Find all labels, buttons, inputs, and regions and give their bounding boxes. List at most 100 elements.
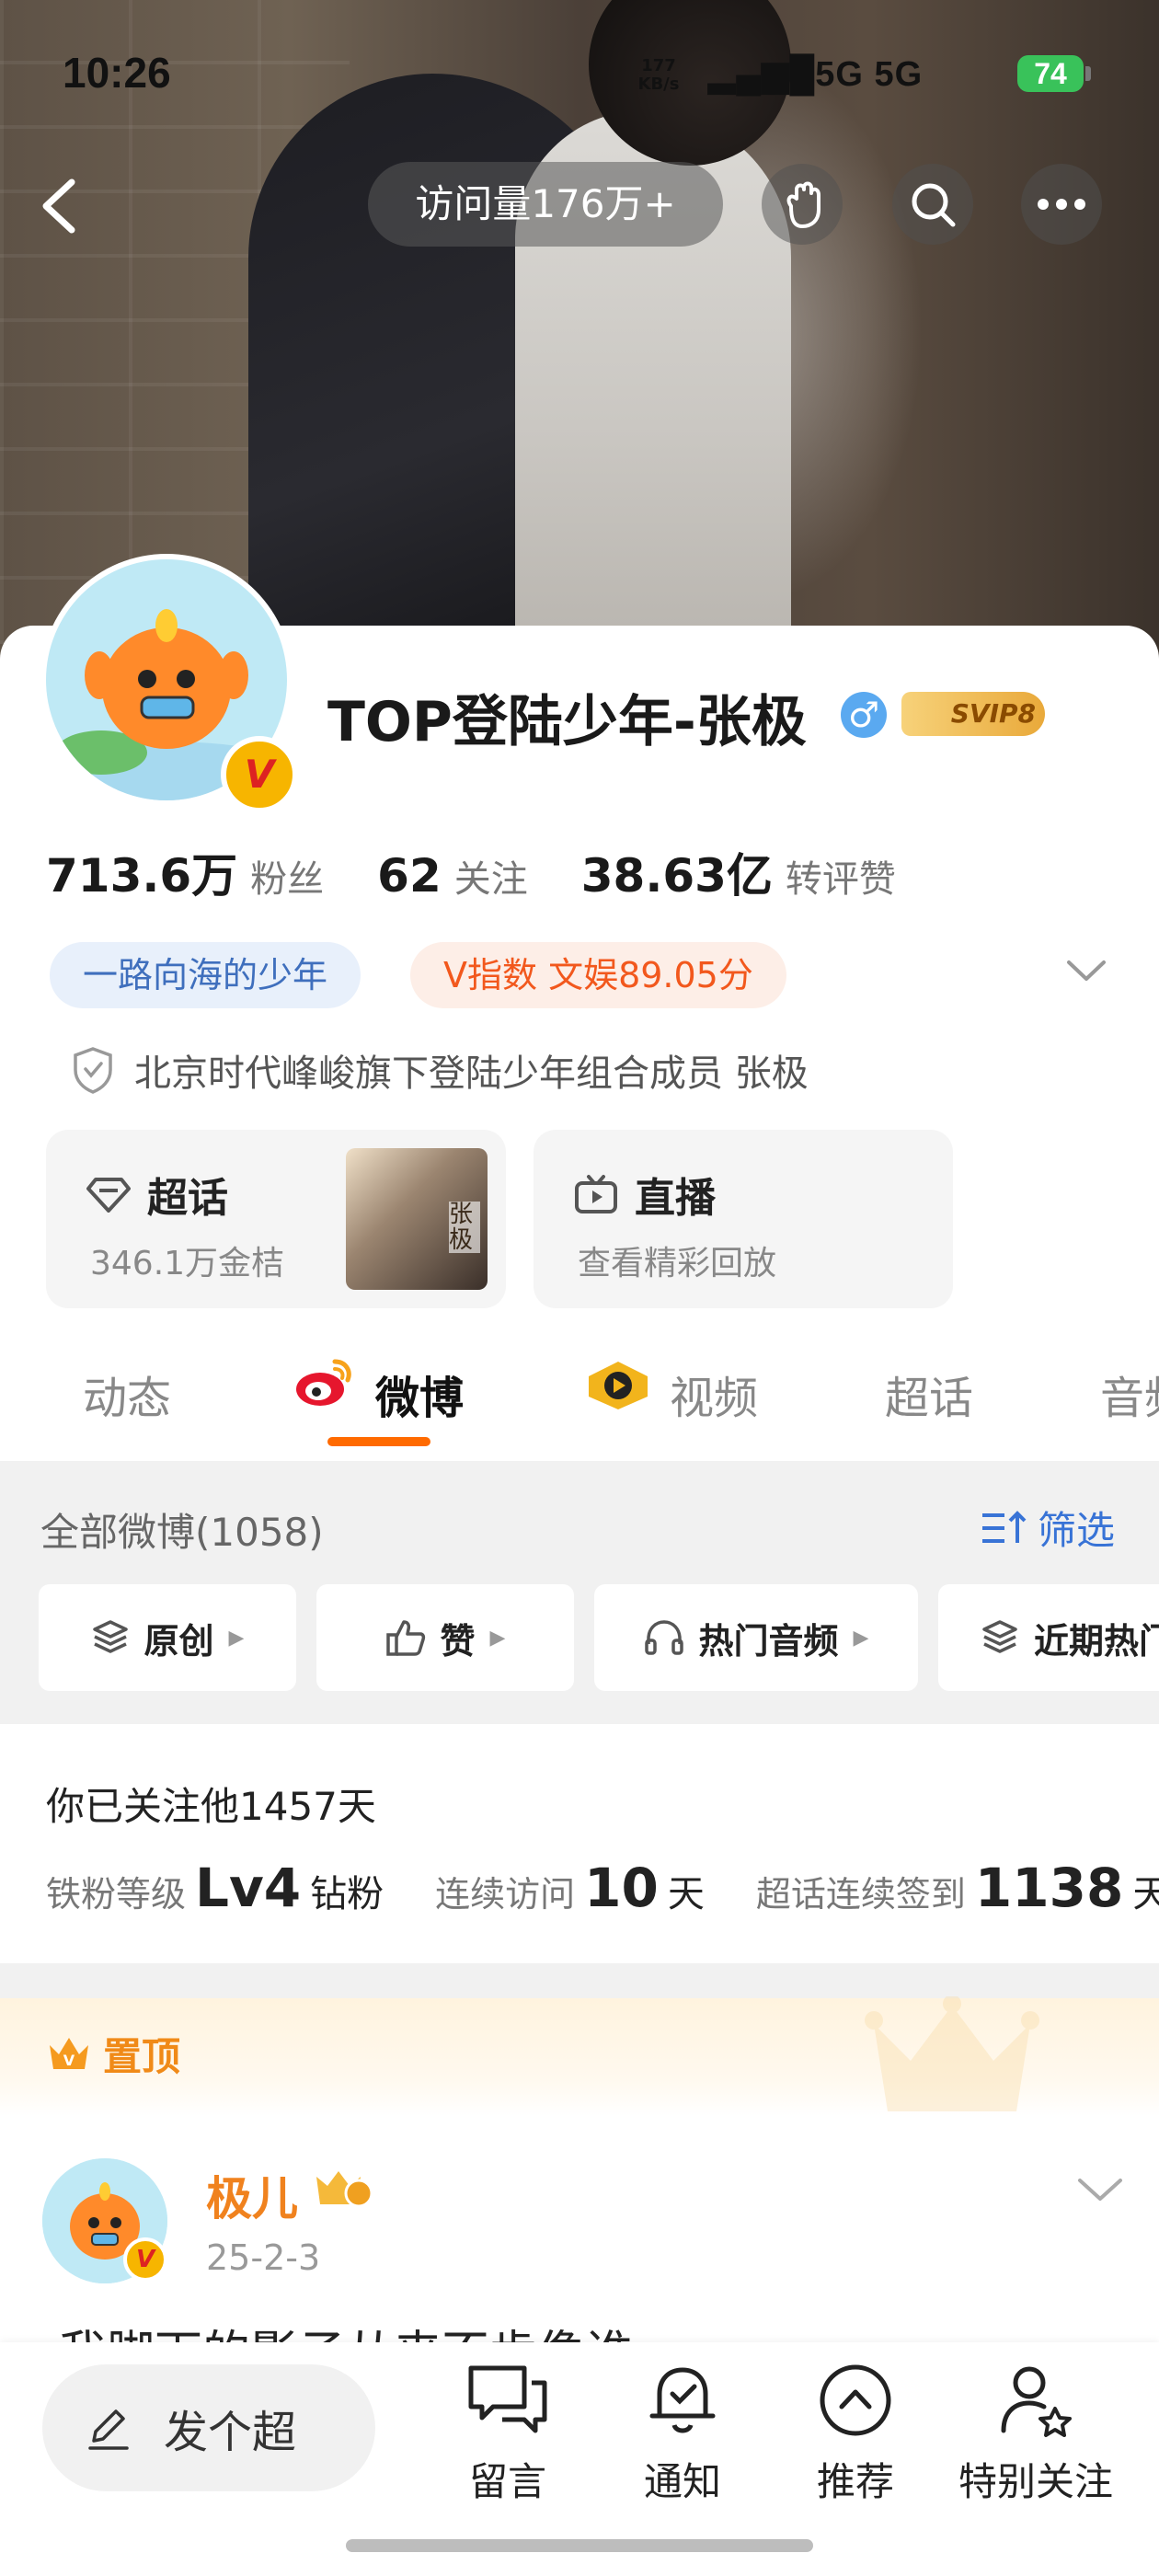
status-time: 10:26: [63, 49, 171, 97]
user-star-icon: [1001, 2366, 1072, 2437]
chevron-up-circle-icon: [820, 2364, 891, 2436]
chip-original-label: 原创: [143, 1620, 214, 1662]
member-badge-icon: [313, 2168, 373, 2215]
svip-badge[interactable]: SVIP8: [901, 692, 1045, 736]
chip-arrow-icon: ▶: [228, 1626, 245, 1650]
chip-hot-audio[interactable]: 热门音频 ▶: [594, 1584, 918, 1691]
home-indicator[interactable]: [346, 2539, 813, 2552]
supertopic-thumbnail[interactable]: 张极: [346, 1148, 488, 1290]
chip-original[interactable]: 原创 ▶: [39, 1584, 296, 1691]
supertopic-title-row: 超话: [86, 1165, 228, 1224]
weibo-logo-icon: [293, 1354, 355, 1413]
signature-tag[interactable]: 一路向海的少年: [50, 942, 361, 1008]
bell-check-icon: [649, 2367, 716, 2433]
bottom-comment-button[interactable]: 留言: [434, 2361, 581, 2507]
more-dots-icon: [1038, 199, 1085, 210]
bottom-special-follow-label: 特别关注: [958, 2459, 1113, 2504]
sort-filter-icon: [982, 1510, 1027, 1543]
visit-streak-label: 连续访问: [435, 1874, 576, 1915]
thumbs-up-icon: [385, 1620, 425, 1656]
checkin-streak-label: 超话连续签到: [755, 1874, 966, 1915]
verified-badge-icon: V: [221, 736, 298, 813]
reposts-likes-count: 38.63亿: [580, 849, 773, 903]
compose-label: 发个超: [164, 2407, 297, 2458]
message-bubbles-icon: [468, 2365, 547, 2433]
followers-label[interactable]: 粉丝: [250, 858, 324, 901]
tab-audio[interactable]: 音频: [1100, 1362, 1159, 1426]
interact-button[interactable]: [762, 164, 843, 245]
shield-check-icon: [74, 1047, 112, 1094]
expand-profile-button[interactable]: [1065, 957, 1107, 984]
hand-icon: [786, 181, 820, 228]
thumbnail-caption: 张极: [449, 1202, 480, 1253]
bottom-notify-label: 通知: [643, 2459, 721, 2504]
followers-count[interactable]: 713.6万: [46, 849, 237, 903]
chip-recent-hot-label: 近期热门: [1034, 1620, 1159, 1662]
crown-icon: V: [50, 2037, 88, 2069]
bottom-recommend-label: 推荐: [816, 2459, 894, 2504]
filter-button[interactable]: 筛选: [981, 1500, 1115, 1556]
headphones-icon: [644, 1620, 683, 1655]
chevron-down-icon: [1067, 960, 1106, 981]
network-type: 5G 5G: [815, 55, 924, 94]
following-count[interactable]: 62: [377, 849, 442, 903]
search-button[interactable]: [892, 164, 973, 245]
signal-icon: ▂▄▆█: [708, 55, 816, 94]
network-speed-value: 177: [641, 56, 676, 75]
post-date: 25-2-3: [206, 2237, 321, 2278]
fan-stats-row: 铁粉等级 Lv4 钻粉 连续访问 10 天超话连续签到 1138 天: [46, 1857, 1159, 1919]
battery-tip: [1085, 66, 1091, 81]
chip-recent-hot[interactable]: 近期热门: [938, 1584, 1159, 1691]
crown-decoration-icon: [865, 1995, 1039, 2116]
chevron-down-icon: [1078, 2179, 1122, 2201]
tab-feed[interactable]: 动态: [83, 1362, 171, 1426]
network-speed-unit: KB/s: [637, 75, 680, 94]
back-arrow-icon: [42, 178, 75, 234]
bottom-notify-button[interactable]: 通知: [609, 2361, 756, 2507]
tab-weibo[interactable]: 微博: [375, 1362, 464, 1426]
fan-level-value[interactable]: Lv4: [195, 1857, 301, 1919]
tab-video[interactable]: 视频: [670, 1362, 758, 1426]
visits-counter[interactable]: 访问量176万+: [368, 162, 723, 247]
checkin-streak-value: 1138: [974, 1857, 1124, 1919]
post-options-button[interactable]: [1076, 2175, 1124, 2204]
following-label[interactable]: 关注: [454, 858, 528, 901]
post-text[interactable]: 我脚下的影子从来不肯像谁: [59, 2315, 633, 2346]
reposts-likes-label: 转评赞: [785, 858, 896, 901]
more-button[interactable]: [1021, 164, 1102, 245]
live-subtitle: 查看精彩回放: [578, 1245, 777, 1282]
pinned-label: 置顶: [103, 2034, 181, 2079]
back-button[interactable]: [33, 173, 92, 239]
bottom-special-follow-button[interactable]: 特别关注: [944, 2361, 1128, 2507]
v-index-tag[interactable]: V指数 文娱89.05分: [410, 942, 786, 1008]
bottom-comment-label: 留言: [468, 2459, 546, 2504]
fan-level-label: 铁粉等级: [46, 1874, 187, 1915]
tab-supertopic[interactable]: 超话: [885, 1362, 973, 1426]
tv-live-icon: [575, 1175, 617, 1213]
compose-supertopic-button[interactable]: 发个超: [42, 2364, 375, 2491]
diamond-icon: [86, 1178, 131, 1213]
all-weibo-count: 全部微博(1058): [40, 1510, 324, 1555]
author-verified-badge-icon: V: [123, 2237, 167, 2282]
filter-label: 筛选: [1038, 1508, 1116, 1553]
live-title: 直播: [635, 1175, 716, 1222]
live-title-row: 直播: [574, 1165, 716, 1224]
pinned-label-row: V 置顶: [46, 2026, 180, 2082]
checkin-streak-unit: 天: [1132, 1873, 1159, 1915]
pencil-icon: [88, 2409, 129, 2450]
layers-icon: [92, 1620, 128, 1653]
layers-icon: [982, 1620, 1017, 1653]
supertopic-subtitle: 346.1万金桔: [90, 1245, 285, 1282]
section-divider: [0, 1963, 1159, 1998]
bottom-recommend-button[interactable]: 推荐: [782, 2361, 929, 2507]
signal-indicators: ▂▄▆█5G 5G: [708, 53, 923, 95]
network-speed: 177 KB/s: [631, 57, 686, 94]
chip-hot-audio-label: 热门音频: [698, 1620, 839, 1662]
svg-text:V: V: [63, 2052, 75, 2069]
fan-level-suffix: 钻粉: [310, 1873, 384, 1915]
profile-username: TOP登陆少年-张极: [327, 690, 807, 754]
verification-info: 北京时代峰峻旗下登陆少年组合成员 张极: [72, 1043, 809, 1097]
verification-text: 北京时代峰峻旗下登陆少年组合成员 张极: [134, 1052, 809, 1095]
chip-likes[interactable]: 赞 ▶: [316, 1584, 574, 1691]
post-author-name[interactable]: 极儿: [206, 2162, 298, 2228]
